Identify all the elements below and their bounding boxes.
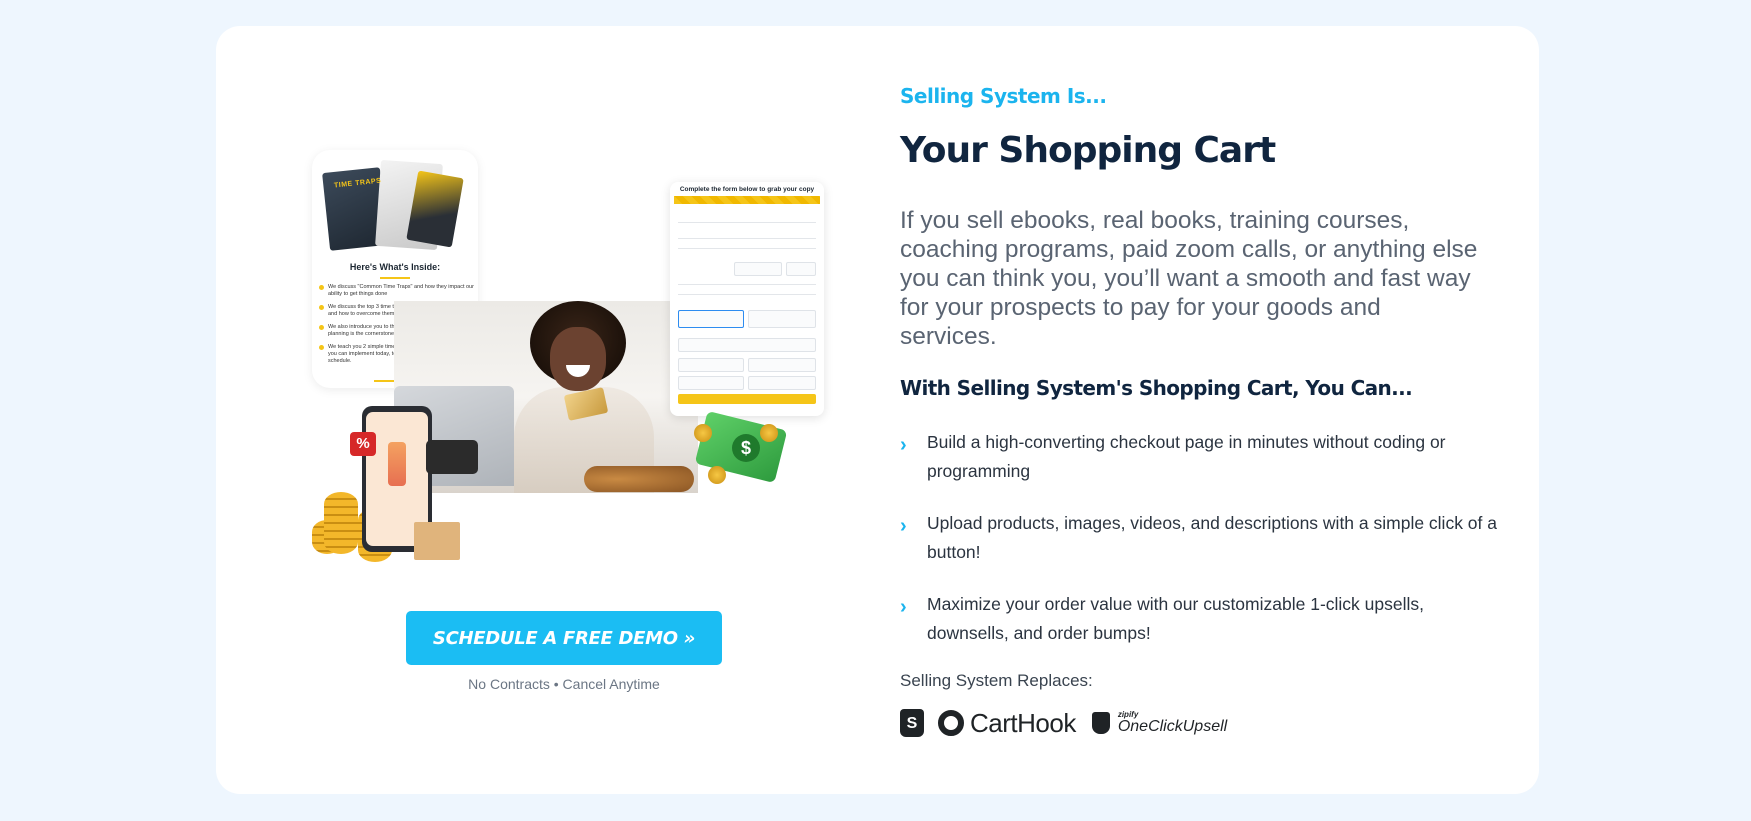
carthook-logo-icon	[938, 710, 964, 736]
list-item: › Build a high-converting checkout page …	[900, 428, 1500, 509]
coin-icon	[708, 466, 726, 484]
zipify-logo-text: OneClickUpsell	[1117, 718, 1228, 735]
shopping-cart-illustration: TIME TRAPS Here's What's Inside: We disc…	[312, 148, 832, 568]
discount-badge-icon: %	[350, 432, 376, 456]
replaced-tools-logos: S CartHook zipify OneClickUpsell	[900, 706, 1227, 740]
product-image	[388, 442, 406, 486]
card-number-field	[678, 338, 816, 352]
checkout-form-preview: Complete the form below to grab your cop…	[670, 182, 824, 416]
divider	[678, 284, 816, 285]
feature-list: › Build a high-converting checkout page …	[900, 428, 1500, 671]
chevron-right-icon: ›	[900, 596, 907, 618]
coin-icon	[760, 424, 778, 442]
features-heading: With Selling System's Shopping Cart, You…	[900, 376, 1413, 400]
divider	[678, 222, 816, 223]
cvc-field	[748, 358, 816, 372]
carthook-logo-text: CartHook	[970, 707, 1076, 738]
list-item: › Upload products, images, videos, and d…	[900, 509, 1500, 590]
feature-text: Build a high-converting checkout page in…	[927, 432, 1446, 481]
zipify-logo-icon	[1091, 712, 1110, 734]
feature-text: Upload products, images, videos, and des…	[927, 513, 1497, 562]
zipify-logo: zipify OneClickUpsell	[1118, 711, 1227, 735]
apply-button	[786, 262, 816, 276]
coin-stack-icon	[324, 492, 358, 554]
dollar-icon: $	[732, 434, 760, 462]
card-option	[678, 310, 744, 328]
replaces-label: Selling System Replaces:	[900, 671, 1093, 690]
coin-icon	[694, 424, 712, 442]
pastries-image	[584, 466, 694, 492]
chevron-right-icon: ›	[900, 434, 907, 456]
section-eyebrow: Selling System Is...	[900, 84, 1107, 108]
zip-field	[748, 376, 816, 390]
divider	[678, 238, 816, 239]
person-face	[550, 327, 606, 391]
feature-text: Maximize your order value with our custo…	[927, 594, 1424, 643]
expiration-field	[678, 358, 744, 372]
section-title: Your Shopping Cart	[900, 130, 1276, 171]
intro-paragraph: If you sell ebooks, real books, training…	[900, 207, 1478, 350]
checkout-form-title: Complete the form below to grab your cop…	[679, 186, 815, 193]
list-item: We discuss "Common Time Traps" and how t…	[318, 284, 474, 298]
divider	[380, 277, 410, 279]
divider	[678, 248, 816, 249]
cta-subtext: No Contracts • Cancel Anytime	[468, 676, 660, 692]
package-icon	[414, 522, 460, 560]
wallet-icon	[426, 440, 478, 474]
ebook-inside-title: Here's What's Inside:	[349, 262, 441, 272]
google-pay-option	[748, 310, 816, 328]
chevron-right-icon: ›	[900, 515, 907, 537]
schedule-demo-button[interactable]: SCHEDULE A FREE DEMO »	[406, 611, 722, 665]
shopify-logo-icon: S	[900, 709, 924, 737]
progress-stripe	[674, 196, 820, 204]
list-item: › Maximize your order value with our cus…	[900, 590, 1500, 671]
coupon-field	[734, 262, 782, 276]
country-field	[678, 376, 744, 390]
divider	[678, 294, 816, 295]
complete-order-button	[678, 394, 816, 404]
